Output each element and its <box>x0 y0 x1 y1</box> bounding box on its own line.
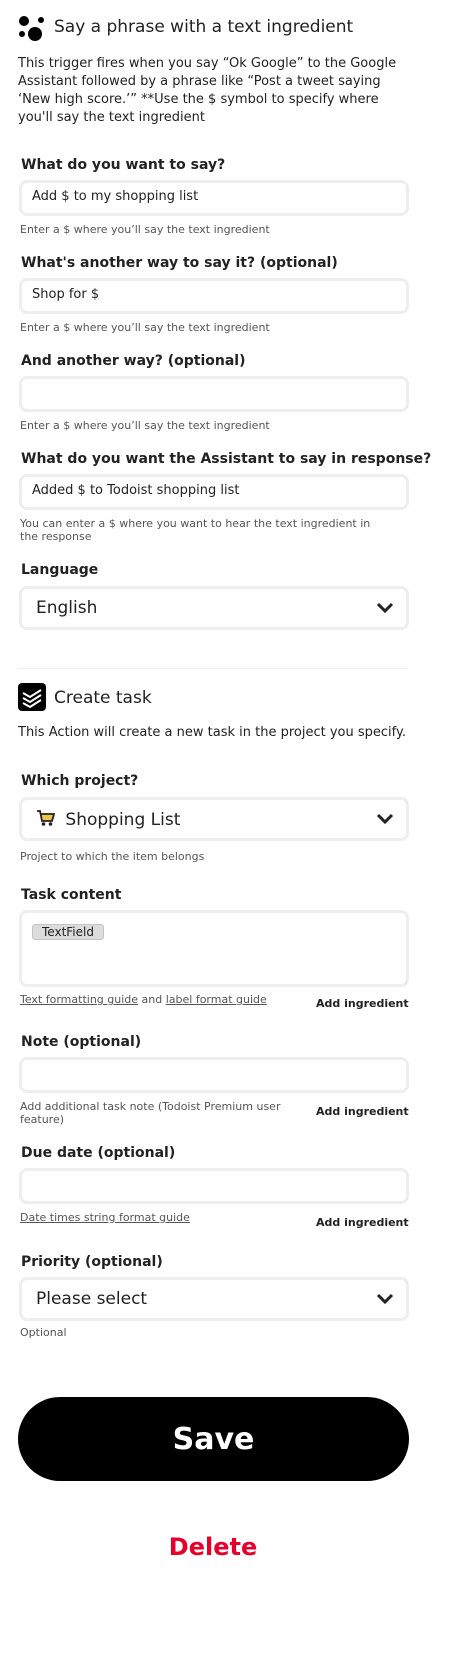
add-ingredient-button[interactable]: Add ingredient <box>316 1105 409 1118</box>
due-date-input[interactable] <box>19 1168 409 1204</box>
add-ingredient-button[interactable]: Add ingredient <box>316 997 409 1010</box>
language-select[interactable]: English <box>19 586 409 630</box>
assistant-response-input[interactable]: Added $ to Todoist shopping list <box>19 474 409 510</box>
priority-hint: Optional <box>20 1326 67 1339</box>
text-formatting-guide-link[interactable]: Text formatting guide <box>20 993 138 1006</box>
delete-button[interactable]: Delete <box>0 1533 426 1561</box>
say-phrase-input[interactable]: Add $ to my shopping list <box>19 180 409 216</box>
todoist-icon <box>18 683 46 711</box>
save-button[interactable]: Save <box>18 1397 409 1481</box>
priority-value: Please select <box>36 1289 148 1309</box>
project-select[interactable]: Shopping List <box>19 797 409 841</box>
google-assistant-icon <box>18 14 46 42</box>
field-label-another-way: What's another way to say it? (optional) <box>21 255 338 271</box>
note-hint: Add additional task note (Todoist Premiu… <box>20 1100 281 1126</box>
priority-label: Priority (optional) <box>21 1254 163 1270</box>
ingredient-tag[interactable]: TextField <box>32 924 104 940</box>
field-hint-another-way: Enter a $ where you’ll say the text ingr… <box>20 321 270 334</box>
another-way-input[interactable]: Shop for $ <box>19 278 409 314</box>
field-hint-say: Enter a $ where you’ll say the text ingr… <box>20 223 270 236</box>
chevron-down-icon <box>376 1293 394 1305</box>
chevron-down-icon <box>376 813 394 825</box>
action-description: This Action will create a new task in th… <box>18 725 406 740</box>
field-label-say: What do you want to say? <box>21 157 226 173</box>
and-text: and <box>141 993 163 1006</box>
project-label: Which project? <box>21 773 139 789</box>
field-label-and-another: And another way? (optional) <box>21 353 246 369</box>
trigger-description: This trigger fires when you say “Ok Goog… <box>18 56 397 125</box>
shopping-cart-icon <box>36 809 56 832</box>
field-hint-response: You can enter a $ where you want to hear… <box>20 517 371 543</box>
action-title: Create task <box>54 688 152 708</box>
label-format-guide-link[interactable]: label format guide <box>166 993 267 1006</box>
trigger-title: Say a phrase with a text ingredient <box>54 17 354 37</box>
date-format-guide-link[interactable]: Date times string format guide <box>20 1211 190 1224</box>
task-content-input[interactable]: TextField <box>19 910 409 987</box>
project-value: Shopping List <box>65 810 181 830</box>
language-label: Language <box>21 562 99 578</box>
due-date-label: Due date (optional) <box>21 1145 176 1161</box>
note-label: Note (optional) <box>21 1034 142 1050</box>
section-divider <box>18 668 408 669</box>
and-another-way-input[interactable] <box>19 376 409 412</box>
add-ingredient-button[interactable]: Add ingredient <box>316 1216 409 1229</box>
language-value: English <box>36 598 98 618</box>
project-hint: Project to which the item belongs <box>20 850 205 863</box>
note-input[interactable] <box>19 1057 409 1093</box>
task-content-label: Task content <box>21 887 122 903</box>
task-content-links: Text formatting guide and label format g… <box>20 993 267 1006</box>
priority-select[interactable]: Please select <box>19 1277 409 1321</box>
field-label-response: What do you want the Assistant to say in… <box>21 451 432 467</box>
field-hint-and-another: Enter a $ where you’ll say the text ingr… <box>20 419 270 432</box>
chevron-down-icon <box>376 602 394 614</box>
